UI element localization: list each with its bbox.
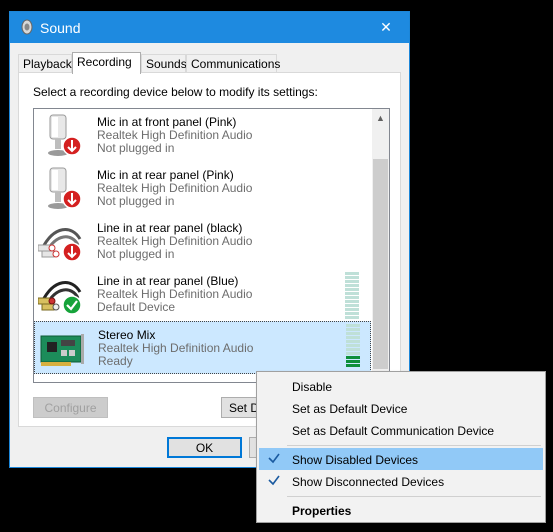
device-line-in-black[interactable]: Line in at rear panel (black) Realtek Hi…: [34, 215, 371, 268]
device-stereo-mix[interactable]: Stereo Mix Realtek High Definition Audio…: [34, 321, 371, 374]
default-check-icon: [62, 295, 82, 315]
instruction-text: Select a recording device below to modif…: [33, 85, 318, 99]
device-name: Line in at rear panel (black): [97, 221, 243, 235]
menu-item-label: Show Disabled Devices: [292, 453, 419, 467]
level-meter: [345, 272, 359, 320]
device-list-scrollbar[interactable]: ▲ ▼: [372, 109, 389, 382]
device-driver: Realtek High Definition Audio: [97, 234, 253, 248]
configure-button[interactable]: Configure: [33, 397, 108, 418]
device-name: Mic in at rear panel (Pink): [97, 168, 234, 182]
menu-item-label: Set as Default Device: [292, 402, 408, 416]
title-bar[interactable]: Sound ✕: [10, 12, 409, 43]
device-driver: Realtek High Definition Audio: [97, 181, 253, 195]
menu-item-label: Disable: [292, 380, 333, 394]
tab-sounds[interactable]: Sounds: [141, 54, 187, 73]
device-status: Ready: [98, 354, 133, 368]
scroll-up-arrow-icon[interactable]: ▲: [372, 109, 389, 126]
level-meter: [346, 324, 360, 368]
rca-cable-icon: [38, 228, 82, 262]
device-line-in-blue[interactable]: Line in at rear panel (Blue) Realtek Hig…: [34, 268, 371, 321]
device-driver: Realtek High Definition Audio: [98, 341, 254, 355]
menu-item-label: Properties: [292, 504, 352, 518]
rca-cable-icon: [38, 281, 82, 315]
menu-separator: [287, 445, 541, 446]
device-name: Line in at rear panel (Blue): [97, 274, 239, 288]
tab-playback[interactable]: Playback: [18, 54, 72, 73]
microphone-icon: [48, 114, 82, 156]
tab-communications[interactable]: Communications: [186, 54, 280, 73]
device-mic-rear[interactable]: Mic in at rear panel (Pink) Realtek High…: [34, 162, 371, 215]
menu-item-label: Show Disconnected Devices: [292, 475, 445, 489]
menu-item-disable[interactable]: Disable: [259, 375, 543, 397]
device-status: Default Device: [97, 300, 176, 314]
menu-item-show-disabled[interactable]: Show Disabled Devices: [259, 448, 543, 470]
recording-device-list[interactable]: Mic in at front panel (Pink) Realtek Hig…: [33, 108, 390, 383]
menu-item-set-default-device[interactable]: Set as Default Device: [259, 397, 543, 419]
checkmark-icon: [268, 453, 280, 464]
device-mic-front[interactable]: Mic in at front panel (Pink) Realtek Hig…: [34, 109, 371, 162]
device-status: Not plugged in: [97, 194, 175, 208]
window-title: Sound: [40, 20, 81, 36]
checkmark-icon: [268, 475, 280, 486]
close-icon: ✕: [380, 19, 392, 35]
menu-item-show-disconnected[interactable]: Show Disconnected Devices: [259, 470, 543, 492]
device-status: Not plugged in: [97, 247, 175, 261]
microphone-icon: [48, 167, 82, 209]
menu-item-set-default-communication[interactable]: Set as Default Communication Device: [259, 419, 543, 441]
sound-card-icon: [40, 334, 84, 366]
tab-recording[interactable]: Recording: [72, 52, 141, 74]
device-status: Not plugged in: [97, 141, 175, 155]
device-driver: Realtek High Definition Audio: [97, 128, 253, 142]
menu-separator: [287, 496, 541, 497]
ok-button[interactable]: OK: [167, 437, 242, 458]
device-driver: Realtek High Definition Audio: [97, 287, 253, 301]
menu-item-label: Set as Default Communication Device: [292, 424, 495, 438]
scroll-thumb[interactable]: [373, 159, 388, 369]
close-button[interactable]: ✕: [363, 12, 409, 43]
device-name: Stereo Mix: [98, 328, 156, 342]
speaker-app-icon: [21, 19, 33, 35]
device-name: Mic in at front panel (Pink): [97, 115, 237, 129]
device-context-menu: Disable Set as Default Device Set as Def…: [256, 371, 546, 523]
menu-item-properties[interactable]: Properties: [259, 499, 543, 521]
